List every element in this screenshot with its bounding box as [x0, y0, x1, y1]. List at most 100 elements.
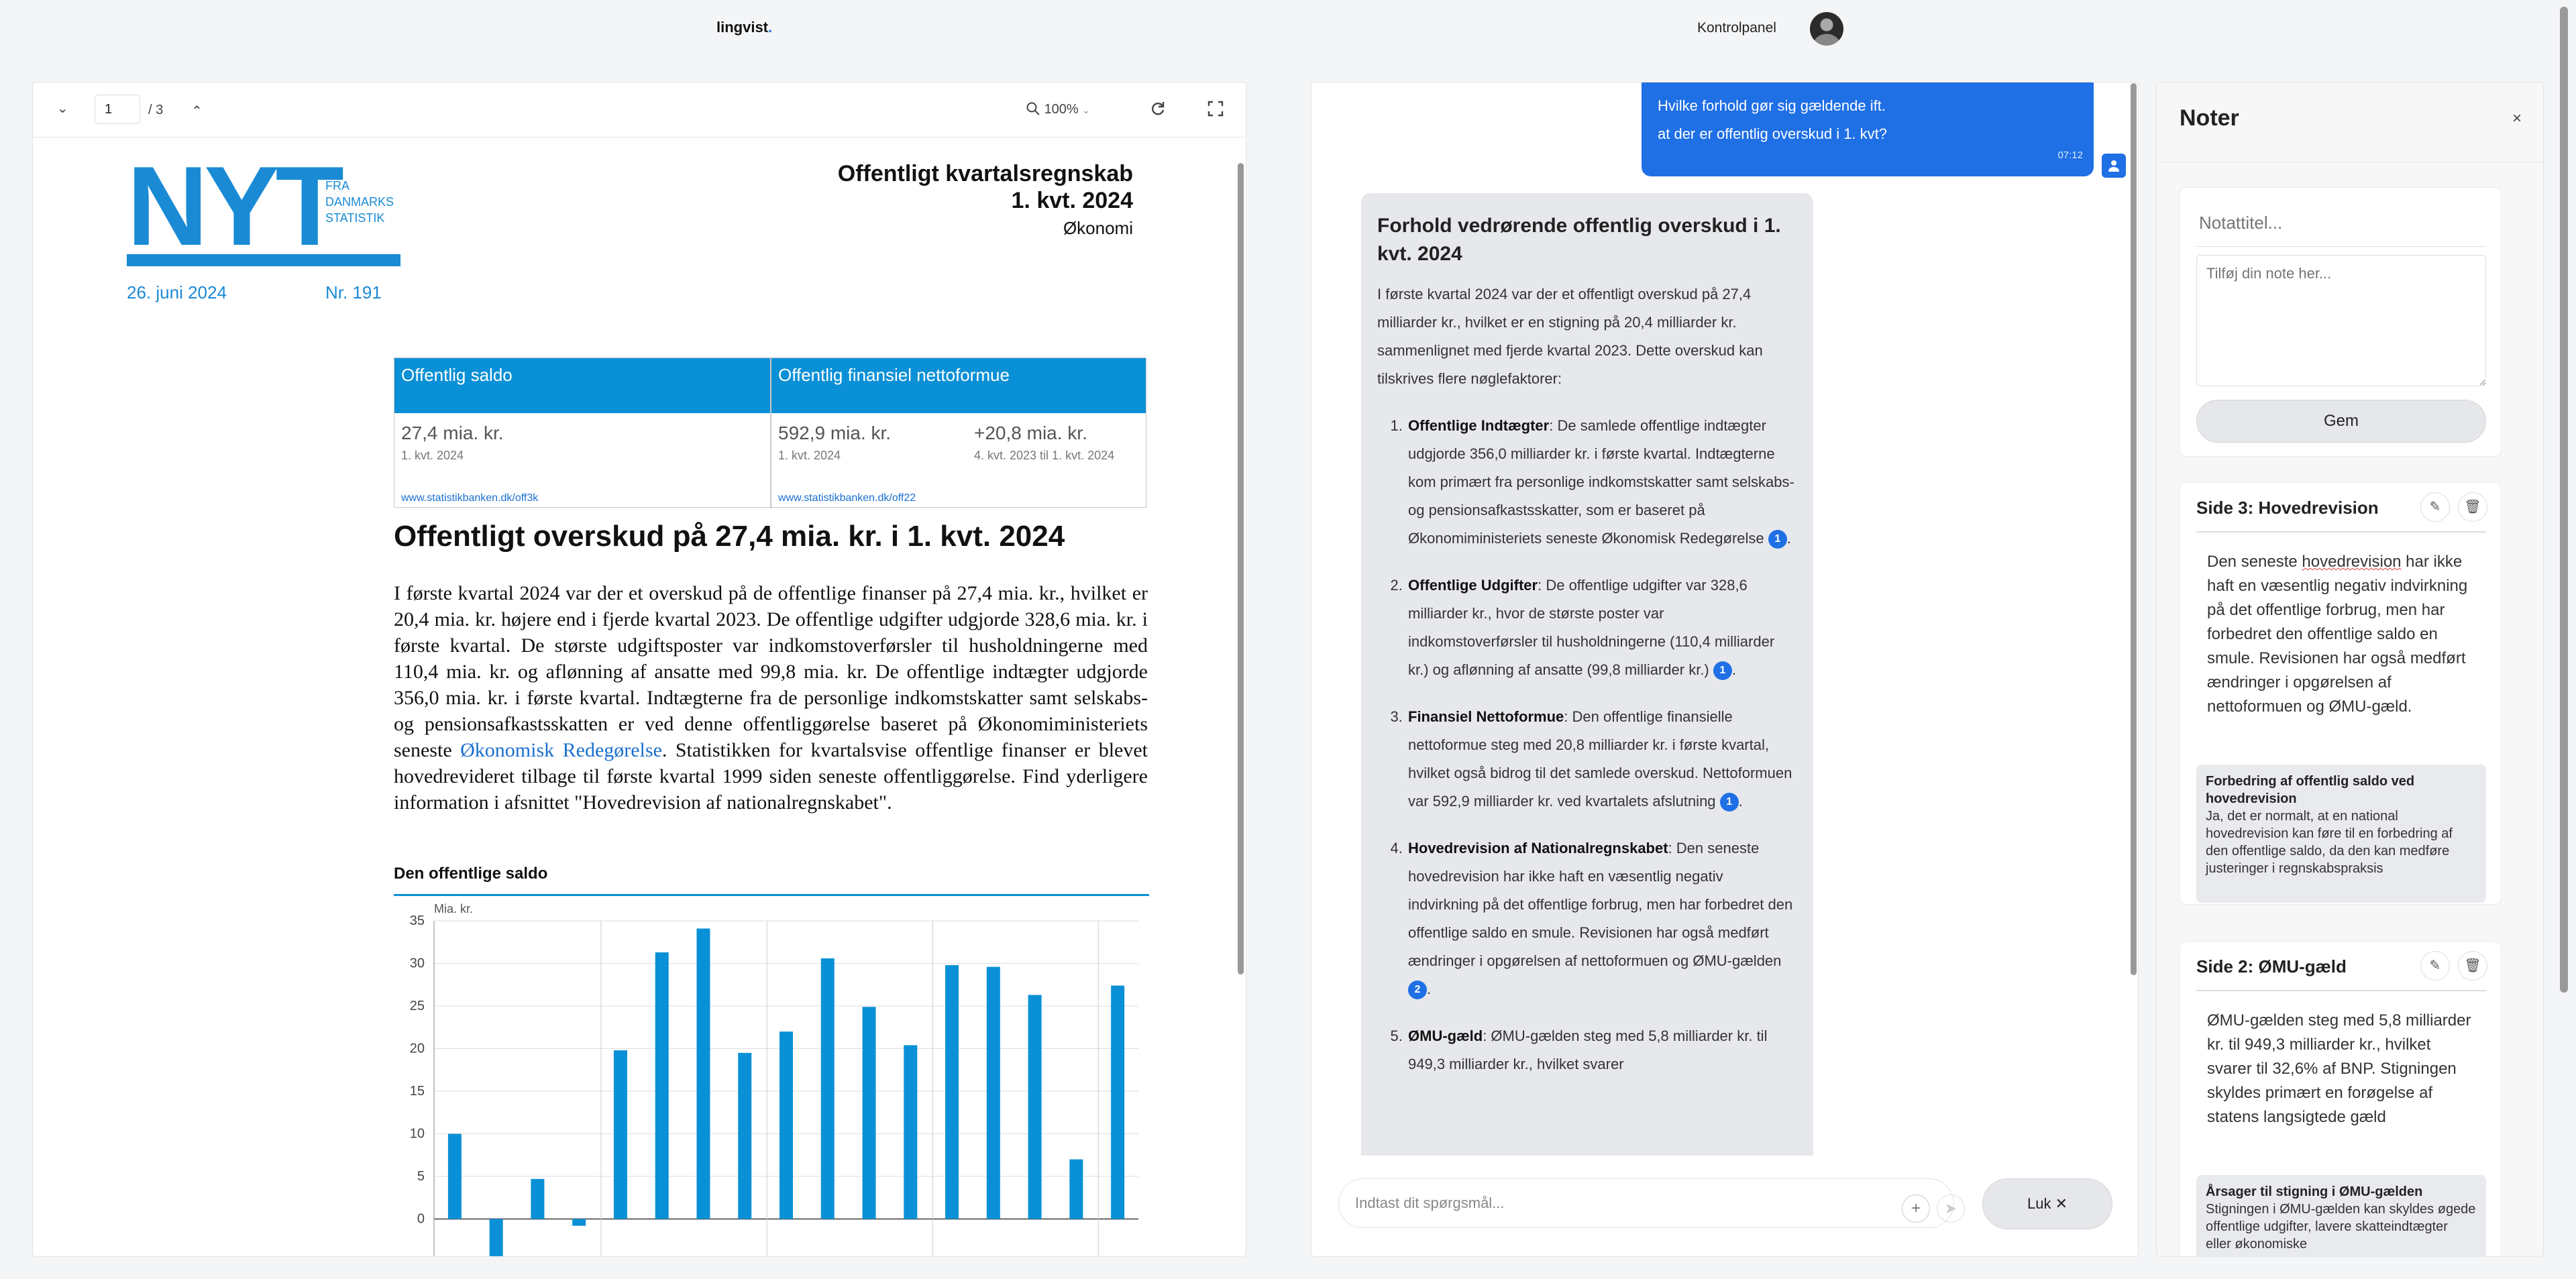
doc-category: Økonomi: [1063, 218, 1133, 238]
page-scrollbar[interactable]: [2560, 7, 2568, 993]
user-icon: [2102, 154, 2126, 178]
close-icon[interactable]: ×: [2512, 109, 2522, 128]
citation-badge[interactable]: 1: [1768, 530, 1787, 549]
saldo-period: 1. kvt. 2024: [401, 449, 464, 462]
citation-badge[interactable]: 1: [1713, 661, 1732, 681]
y-tick-label: 20: [410, 1042, 425, 1056]
bar: [489, 1219, 503, 1256]
refresh-icon[interactable]: [1149, 100, 1167, 121]
assistant-message: Forhold vedrørende offentlig overskud i …: [1361, 193, 1813, 1256]
trash-icon[interactable]: 🗑: [2458, 492, 2487, 522]
dashboard-link[interactable]: Kontrolpanel: [1697, 20, 1776, 36]
bar: [531, 1178, 545, 1219]
doc-headline: Offentligt overskud på 27,4 mia. kr. i 1…: [394, 520, 1065, 553]
bar: [904, 1045, 918, 1219]
note-title-input[interactable]: [2196, 200, 2486, 247]
note-card: Side 2: ØMU-gæld ✎ 🗑 ØMU-gælden steg med…: [2180, 941, 2502, 1256]
note-heading: Side 3: Hovedrevision: [2196, 498, 2379, 518]
note-card: Side 3: Hovedrevision ✎ 🗑 Den seneste ho…: [2180, 482, 2502, 905]
saldo-chart: Mia. kr. 35 30 25 20 15 10 5 0 -5: [410, 902, 1138, 1257]
logo-bar: [127, 254, 400, 266]
chat-scrollbar[interactable]: [2131, 83, 2137, 975]
page-total: / 3: [148, 103, 164, 117]
nettoformue-change-period: 4. kvt. 2023 til 1. kvt. 2024: [974, 449, 1115, 462]
search-icon: [1026, 102, 1040, 115]
bar: [1111, 985, 1125, 1219]
chevron-down-icon: ⌄: [1082, 105, 1091, 115]
zoom-control[interactable]: 100% ⌄: [1026, 101, 1090, 117]
key-figures-box: Offentlig saldo Offentlig finansiel nett…: [394, 357, 1146, 508]
close-chat-button[interactable]: Luk ✕: [1982, 1178, 2112, 1229]
question-input[interactable]: Indtast dit spørgsmål...: [1338, 1178, 1954, 1228]
note-summary: Årsager til stigning i ØMU-gælden Stignin…: [2196, 1175, 2486, 1256]
pdf-viewer: ⌄ / 3 ⌃ 100% ⌄ NYT FRA DANMARKS STATISTI…: [32, 82, 1246, 1257]
release-date: 26. juni 2024: [127, 282, 227, 302]
page-number-input[interactable]: [95, 95, 140, 124]
ai-sparkle-icon[interactable]: ✎: [2420, 492, 2450, 522]
chevron-down-icon[interactable]: ⌄: [57, 100, 68, 117]
y-tick-label: 25: [410, 999, 425, 1013]
saldo-value: 27,4 mia. kr.: [401, 423, 504, 443]
answer-title: Forhold vedrørende offentlig overskud i …: [1377, 215, 1781, 265]
note-body-input[interactable]: [2196, 255, 2486, 386]
nettoformue-link[interactable]: www.statistikbanken.dk/off22: [778, 492, 916, 504]
doc-title: Offentligt kvartalsregnskab 1. kvt. 2024: [837, 161, 1133, 213]
chat-panel: Hvilke forhold gør sig gældende ift. at …: [1311, 82, 2139, 1257]
y-axis-label: Mia. kr.: [434, 902, 473, 915]
y-tick-label: 5: [417, 1169, 425, 1184]
release-number: Nr. 191: [325, 282, 382, 302]
citation-badge[interactable]: 1: [1719, 793, 1739, 812]
zoom-level: 100%: [1044, 102, 1079, 117]
y-tick-label: 15: [410, 1084, 425, 1099]
app-logo[interactable]: lingvist.: [716, 19, 772, 36]
ai-sparkle-icon[interactable]: ✎: [2420, 951, 2450, 981]
send-icon[interactable]: ➤: [1937, 1194, 1965, 1223]
pdf-scrollbar[interactable]: [1238, 163, 1244, 975]
key-figure-header: Offentlig saldo: [394, 358, 770, 413]
pdf-toolbar: ⌄ / 3 ⌃ 100% ⌄: [33, 82, 1246, 137]
chevron-up-icon[interactable]: ⌃: [191, 103, 203, 119]
doc-body: I første kvartal 2024 var der et oversku…: [394, 582, 1148, 814]
list-item: Hovedrevision af Nationalregnskabet: Den…: [1407, 834, 1797, 1003]
avatar[interactable]: [1810, 12, 1843, 46]
chart-rule: [394, 894, 1149, 896]
key-figure-header: Offentlig finansiel nettoformue: [771, 358, 1146, 413]
trash-icon[interactable]: 🗑: [2458, 951, 2487, 981]
notes-title: Noter: [2180, 105, 2239, 131]
note-body: ØMU-gælden steg med 5,8 milliarder kr. t…: [2207, 1011, 2471, 1126]
redegoerelse-link[interactable]: Økonomisk Redegørelse: [460, 739, 662, 761]
saldo-link[interactable]: www.statistikbanken.dk/off3k: [401, 492, 538, 504]
message-timestamp: 07:12: [2057, 150, 2083, 161]
list-item: Finansiel Nettoformue: Den offentlige fi…: [1407, 703, 1797, 816]
note-summary: Forbedring af offentlig saldo ved hovedr…: [2196, 765, 2486, 903]
save-note-button[interactable]: Gem: [2196, 400, 2486, 443]
fullscreen-icon[interactable]: [1207, 100, 1224, 121]
user-message: Hvilke forhold gør sig gældende ift. at …: [1642, 82, 2094, 176]
nettoformue-change: +20,8 mia. kr.: [974, 423, 1087, 443]
bar: [447, 1133, 462, 1219]
dst-logo-subtitle: FRA DANMARKS STATISTIK: [325, 179, 394, 225]
bar: [572, 1219, 586, 1226]
new-note-form: Gem: [2180, 187, 2502, 457]
note-heading: Side 2: ØMU-gæld: [2196, 956, 2347, 977]
bar: [820, 958, 835, 1219]
note-body: Den seneste hovedrevision har ikke haft …: [2207, 553, 2468, 716]
citation-badge[interactable]: 2: [1408, 981, 1427, 1000]
list-item: ØMU-gæld: ØMU-gælden steg med 5,8 millia…: [1407, 1022, 1797, 1078]
y-tick-label: 0: [417, 1212, 425, 1227]
bar: [655, 952, 669, 1219]
chart-title: Den offentlige saldo: [394, 865, 548, 883]
bar: [613, 1050, 627, 1219]
close-icon: ✕: [2055, 1195, 2068, 1212]
bar: [696, 928, 710, 1219]
plus-icon[interactable]: +: [1902, 1194, 1930, 1223]
y-tick-label: 30: [410, 956, 425, 971]
nettoformue-value: 592,9 mia. kr.: [778, 423, 892, 443]
y-tick-label: 35: [410, 913, 425, 928]
y-tick-label: 10: [410, 1127, 425, 1142]
y-tick-label: -5: [413, 1254, 425, 1257]
answer-list: Offentlige Indtægter: De samlede offentl…: [1377, 412, 1797, 1078]
answer-intro: I første kvartal 2024 var der et offentl…: [1377, 286, 1763, 387]
bar: [738, 1052, 752, 1219]
bar: [1028, 995, 1042, 1219]
